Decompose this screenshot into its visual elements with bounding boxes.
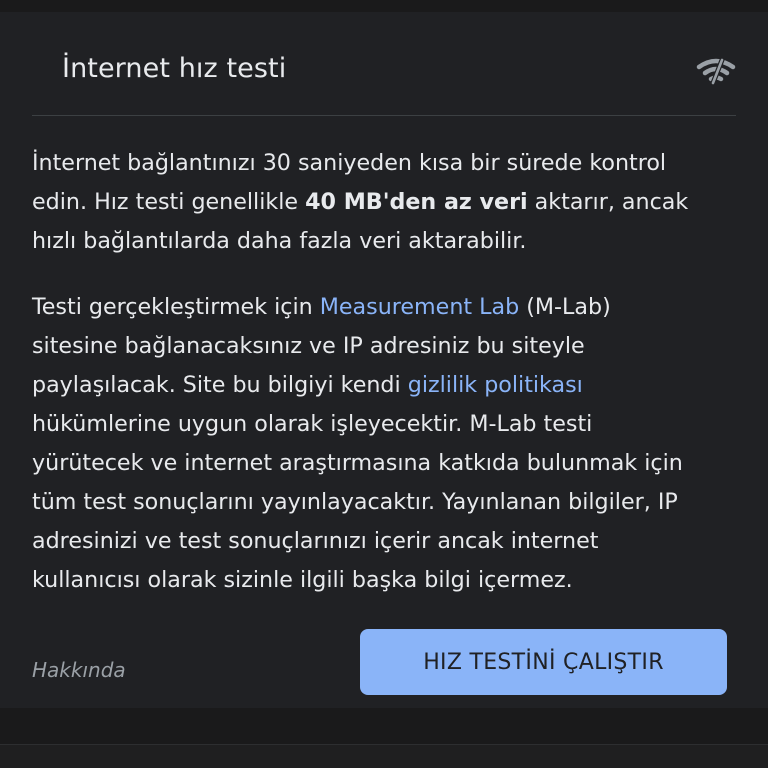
about-link[interactable]: Hakkında bbox=[32, 656, 126, 684]
bottom-strip bbox=[0, 745, 768, 768]
privacy-line: hükümlerine uygun olarak işleyecektir. M… bbox=[32, 411, 593, 437]
privacy-line: paylaşılacak. Site bu bilgiyi kendi gizl… bbox=[32, 366, 683, 405]
run-speed-test-button[interactable]: HIZ TESTİNİ ÇALIŞTIR bbox=[360, 629, 727, 695]
privacy-line: sitesine bağlanacaksınız ve IP adresiniz… bbox=[32, 333, 585, 359]
card-title: İnternet hız testi bbox=[62, 53, 287, 84]
top-strip bbox=[0, 0, 768, 12]
description-line: İnternet bağlantınızı 30 saniyeden kısa … bbox=[32, 150, 667, 176]
privacy-line: adresinizi ve test sonuçlarınızı içerir … bbox=[32, 528, 599, 554]
data-amount-highlight: 40 MB'den az veri bbox=[305, 189, 528, 215]
privacy-text: paylaşılacak. Site bu bilgiyi kendi bbox=[32, 372, 408, 398]
privacy-line: yürütecek ve internet araştırmasına katk… bbox=[32, 450, 683, 476]
bottom-panel bbox=[0, 708, 768, 744]
description-line: edin. Hız testi genellikle 40 MB'den az … bbox=[32, 183, 688, 222]
privacy-line: kullanıcısı olarak sizinle ilgili başka … bbox=[32, 567, 573, 593]
privacy-line: tüm test sonuçlarını yayınlayacaktır. Ya… bbox=[32, 489, 678, 515]
description-line: hızlı bağlantılarda daha fazla veri akta… bbox=[32, 228, 527, 254]
privacy-paragraph: Testi gerçekleştirmek için Measurement L… bbox=[32, 288, 683, 600]
speed-test-card: İnternet hız testi İnternet bağlantınızı… bbox=[0, 12, 768, 708]
privacy-text: (M-Lab) bbox=[519, 294, 611, 320]
description-text: aktarır, ancak bbox=[527, 189, 689, 215]
privacy-text: Testi gerçekleştirmek için bbox=[32, 294, 320, 320]
measurement-lab-link[interactable]: Measurement Lab bbox=[320, 294, 519, 320]
description-text: edin. Hız testi genellikle bbox=[32, 189, 306, 215]
description-paragraph: İnternet bağlantınızı 30 saniyeden kısa … bbox=[32, 144, 688, 261]
wifi-speed-icon bbox=[696, 54, 736, 86]
privacy-line: Testi gerçekleştirmek için Measurement L… bbox=[32, 288, 683, 327]
privacy-policy-link[interactable]: gizlilik politikası bbox=[408, 372, 583, 398]
card-header: İnternet hız testi bbox=[32, 12, 736, 116]
